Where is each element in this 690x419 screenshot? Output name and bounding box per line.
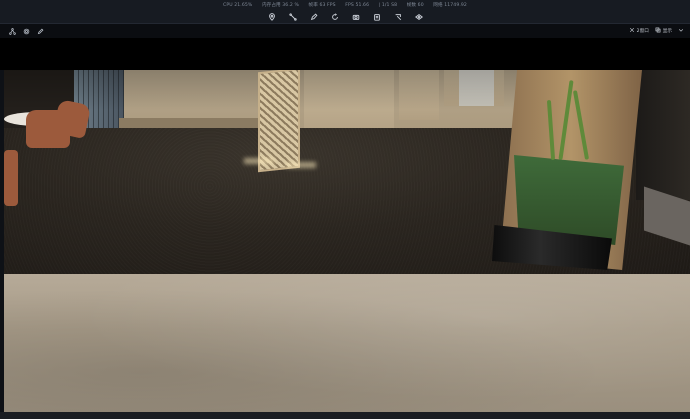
- stat-item: FPS 51.66: [345, 3, 370, 8]
- side-wall: [636, 70, 690, 200]
- location-pin-icon[interactable]: [261, 11, 282, 23]
- viewport-bottom-edge: [0, 412, 690, 419]
- performance-stats: CPU 21.65% 内存占用 36.2 % 帧率 63 FPS FPS 51.…: [0, 2, 690, 8]
- right-tool-group: 2窗口 显示: [629, 27, 684, 35]
- more-button[interactable]: [678, 27, 684, 35]
- split-window-button[interactable]: 2窗口: [629, 27, 649, 35]
- viewport-top-band: [0, 38, 690, 70]
- stat-item: 帧数 60: [406, 3, 424, 8]
- more-icon: [678, 27, 684, 35]
- light-patch: [244, 158, 274, 164]
- settings-icon[interactable]: [22, 27, 31, 35]
- display-button[interactable]: 显示: [655, 27, 672, 35]
- stat-item: | 1/1 S8: [378, 3, 398, 8]
- stat-item: CPU 21.65%: [223, 3, 253, 8]
- rotate-icon[interactable]: [324, 11, 345, 23]
- expand-icon: [629, 27, 635, 35]
- foreground-floor: [4, 274, 690, 414]
- clipboard-icon[interactable]: [366, 11, 387, 23]
- stat-item: 帧率 63 FPS: [308, 3, 336, 8]
- decorative-screen: [258, 70, 300, 173]
- layers-icon: [655, 27, 661, 35]
- light-patch: [286, 162, 316, 168]
- select-icon[interactable]: [387, 11, 408, 23]
- stat-item: 网络 11749.92: [433, 3, 467, 8]
- split-window-label: 2窗口: [636, 29, 649, 34]
- view-icon[interactable]: [408, 11, 429, 23]
- top-status-bar: CPU 21.65% 内存占用 36.2 % 帧率 63 FPS FPS 51.…: [0, 0, 690, 24]
- secondary-toolbar: 2窗口 显示: [0, 24, 690, 38]
- 3d-viewport[interactable]: [4, 70, 690, 414]
- network-icon[interactable]: [8, 27, 17, 35]
- draw-icon[interactable]: [303, 11, 324, 23]
- camera-icon[interactable]: [345, 11, 366, 23]
- measure-icon[interactable]: [282, 11, 303, 23]
- chair: [4, 150, 18, 206]
- main-toolbar: [0, 11, 690, 23]
- display-label: 显示: [662, 29, 672, 34]
- left-tool-group: [8, 27, 45, 35]
- stat-item: 内存占用 36.2 %: [261, 3, 299, 8]
- edit-icon[interactable]: [36, 27, 45, 35]
